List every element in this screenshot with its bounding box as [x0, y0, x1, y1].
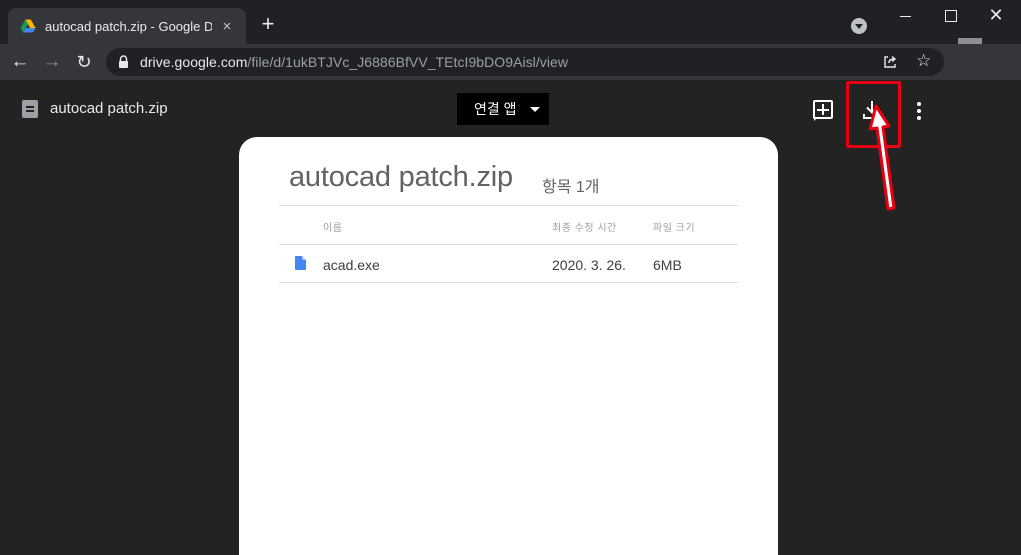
url-text: drive.google.com/file/d/1ukBTJVc_J6886Bf… — [140, 54, 568, 70]
viewer-file-name: autocad patch.zip — [50, 100, 168, 117]
lock-icon — [119, 55, 128, 68]
document-icon — [295, 256, 306, 270]
browser-tab[interactable]: autocad patch.zip - Google Drive × — [8, 8, 246, 44]
file-table: 이름 최종 수정 시간 파일 크기 acad.exe 2020. 3. 26. … — [279, 205, 738, 283]
google-drive-icon — [20, 19, 36, 33]
chevron-down-icon — [530, 107, 540, 112]
archive-file-icon — [22, 100, 38, 118]
add-to-drive-icon[interactable] — [813, 100, 833, 121]
address-bar[interactable]: drive.google.com/file/d/1ukBTJVc_J6886Bf… — [106, 48, 944, 76]
tab-title: autocad patch.zip - Google Drive — [45, 18, 212, 34]
open-with-label: 연결 앱 — [474, 101, 517, 117]
forward-button[interactable]: → — [40, 50, 64, 74]
window-close-button[interactable]: ✕ — [983, 4, 1009, 28]
url-host: drive.google.com — [140, 54, 248, 70]
open-with-button[interactable]: 연결 앱 — [457, 93, 549, 125]
tab-search-icon[interactable] — [851, 18, 867, 34]
item-count: 항목 1개 — [542, 179, 600, 196]
more-vert-icon[interactable] — [917, 102, 922, 120]
column-size-header: 파일 크기 — [653, 223, 696, 234]
file-row-modified: 2020. 3. 26. — [552, 257, 626, 273]
file-row-size: 6MB — [653, 257, 682, 273]
share-icon[interactable] — [882, 54, 898, 70]
table-row[interactable]: acad.exe 2020. 3. 26. 6MB — [279, 244, 738, 283]
file-row-name: acad.exe — [323, 257, 380, 273]
red-arrow-annotation — [868, 104, 896, 211]
table-header: 이름 최종 수정 시간 파일 크기 — [279, 205, 738, 244]
column-name-header: 이름 — [323, 223, 343, 234]
column-modified-header: 최종 수정 시간 — [552, 223, 617, 234]
maximize-button[interactable] — [938, 4, 964, 28]
new-tab-button[interactable]: + — [257, 13, 279, 36]
reload-button[interactable]: ↻ — [72, 50, 96, 74]
drive-viewer: autocad patch.zip 연결 앱 autocad patch.zip… — [0, 80, 1021, 555]
back-button[interactable]: ← — [8, 50, 32, 74]
browser-toolbar: ← → ↻ drive.google.com/file/d/1ukBTJVc_J… — [0, 44, 1021, 80]
tab-strip: autocad patch.zip - Google Drive × + ✕ — [0, 0, 1021, 44]
zip-contents-panel: autocad patch.zip 항목 1개 이름 최종 수정 시간 파일 크… — [239, 137, 778, 555]
star-icon[interactable]: ☆ — [916, 51, 931, 71]
url-path: /file/d/1ukBTJVc_J6886BfVV_TEtcI9bDO9Ais… — [247, 54, 568, 70]
minimize-button[interactable] — [893, 4, 919, 28]
close-tab-icon[interactable]: × — [218, 17, 236, 35]
zip-title: autocad patch.zip — [289, 161, 513, 193]
